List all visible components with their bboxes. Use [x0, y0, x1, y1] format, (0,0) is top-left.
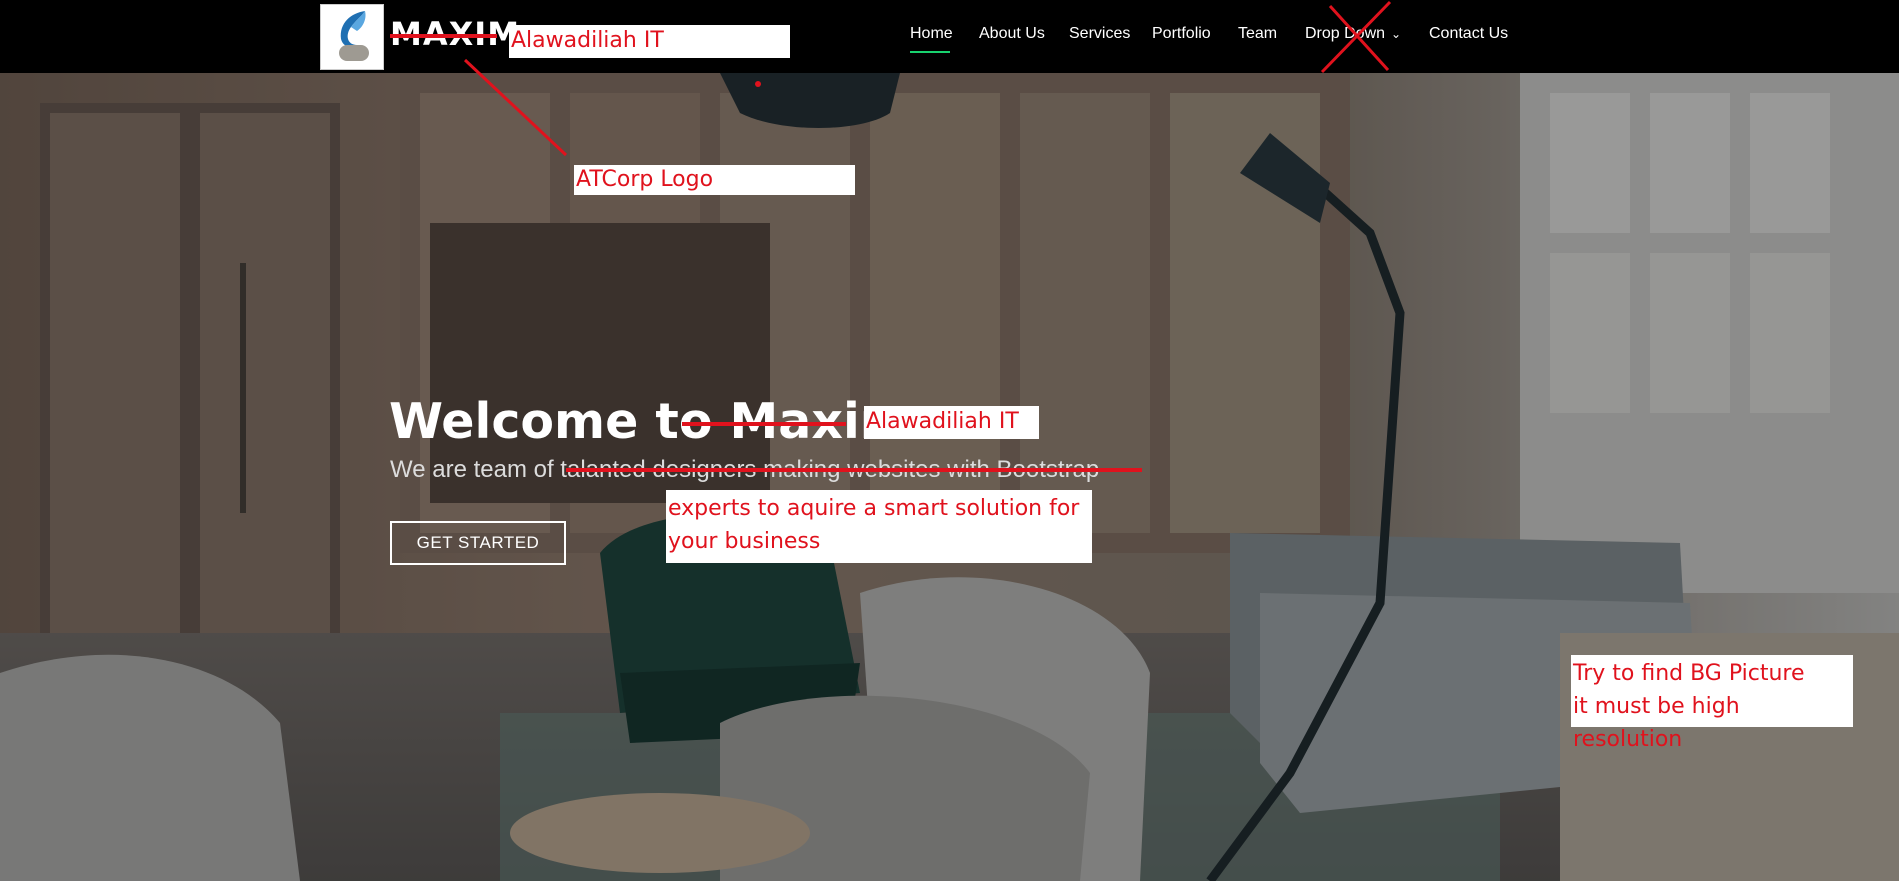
hero-title-prefix: Welcome to — [389, 393, 730, 450]
note-title-replacement: Alawadiliah IT — [864, 406, 1039, 439]
hero-subtitle-prefix: We are team of — [390, 456, 561, 483]
nav-contact-us[interactable]: Contact Us — [1429, 24, 1508, 44]
nav-services[interactable]: Services — [1069, 24, 1130, 44]
chevron-down-icon: ⌄ — [1391, 27, 1402, 41]
hero-section: Welcome to Maxim We are team of talanted… — [0, 73, 1899, 881]
nav-dropdown[interactable]: Drop Down ⌄ — [1305, 24, 1401, 44]
note-subtitle-line-2: your business — [668, 529, 821, 554]
active-nav-indicator — [910, 51, 950, 53]
note-brand-replacement: Alawadiliah IT — [509, 25, 790, 58]
nav-team[interactable]: Team — [1238, 24, 1277, 44]
site-header: MAXIM Home About Us Services Portfolio T… — [0, 0, 1899, 73]
logo-icon — [339, 11, 369, 61]
nav-dropdown-label: Drop Down — [1305, 25, 1386, 42]
hero-subtitle: We are team of talanted designers making… — [390, 455, 1099, 485]
note-logo: ATCorp Logo — [574, 165, 855, 195]
hero-subtitle-rest: talanted designers making websites with … — [560, 456, 1100, 483]
nav-about-us[interactable]: About Us — [979, 24, 1045, 44]
brand-name[interactable]: MAXIM — [390, 16, 520, 52]
hero-title: Welcome to Maxim — [389, 392, 911, 452]
nav-portfolio[interactable]: Portfolio — [1152, 24, 1211, 44]
note-background-line-2: it must be high resolution — [1573, 694, 1740, 752]
note-background: Try to find BG Picture it must be high r… — [1571, 655, 1853, 752]
get-started-button[interactable]: GET STARTED — [390, 521, 566, 565]
logo[interactable] — [320, 4, 384, 70]
note-subtitle-replacement: experts to aquire a smart solution for y… — [666, 490, 1092, 563]
note-subtitle-line-1: experts to aquire a smart solution for — [668, 496, 1080, 521]
nav-home[interactable]: Home — [910, 24, 953, 44]
note-background-line-1: Try to find BG Picture — [1573, 661, 1805, 686]
